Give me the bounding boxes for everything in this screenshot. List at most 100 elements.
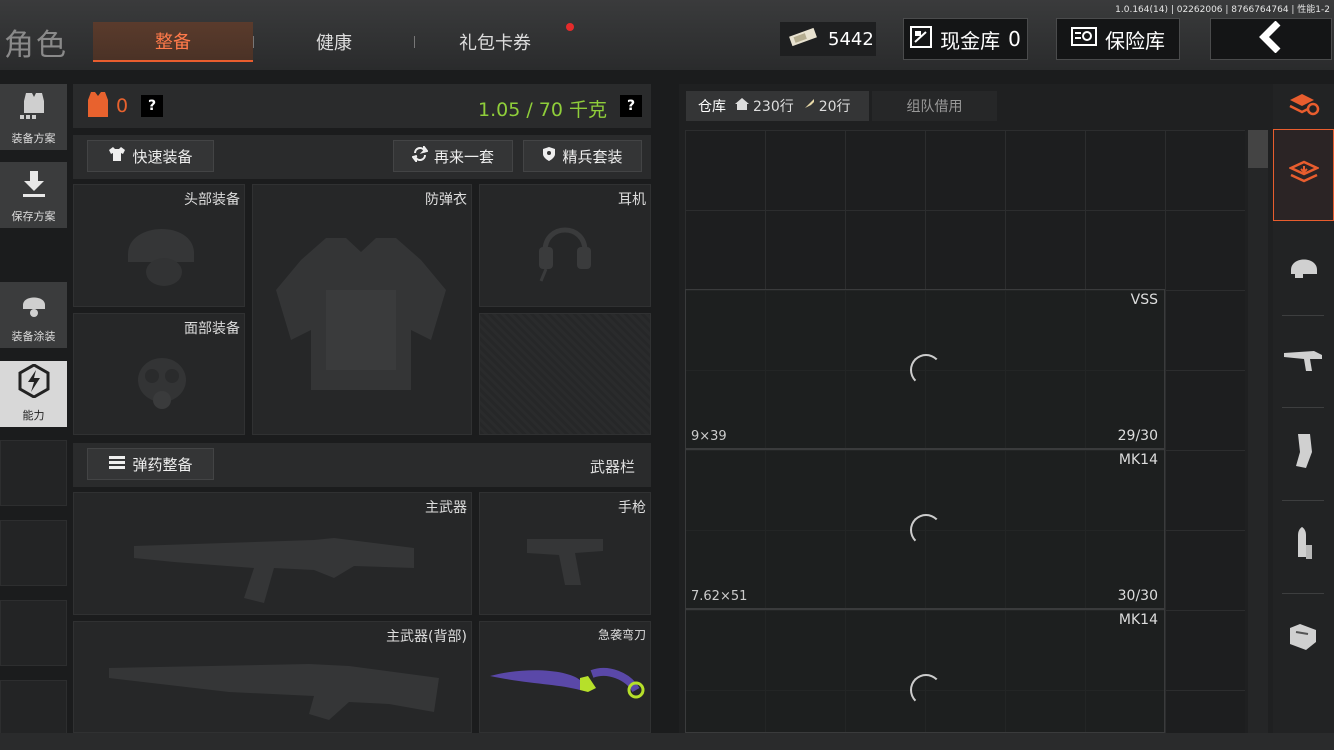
rifle-silhouette-icon: [134, 518, 424, 612]
safe-label: 保险库: [1105, 28, 1165, 53]
weapon-bar-label: 武器栏: [590, 458, 636, 476]
house-icon: [734, 97, 750, 115]
filter-armor-button[interactable]: [1273, 593, 1334, 685]
warehouse-rows: 230行: [753, 99, 794, 115]
helmet-paint-icon: [18, 289, 50, 322]
download-icon: [20, 169, 48, 202]
vest-slot[interactable]: 防弹衣: [252, 184, 472, 435]
ticket-icon: [788, 27, 818, 52]
headset-slot-label: 耳机: [618, 192, 646, 208]
headset-slot[interactable]: 耳机: [479, 184, 651, 307]
helmet-silhouette-icon: [122, 210, 202, 294]
armor-count: 0: [116, 95, 129, 117]
gear-skin-label: 装备涂装: [11, 330, 56, 343]
warehouse-rows-secondary: 20行: [818, 99, 851, 115]
currency-value: 5442: [828, 28, 874, 50]
headset-silhouette-icon: [535, 215, 595, 289]
cash-vault-label: 现金库: [940, 28, 1001, 53]
cash-vault-count: 0: [1008, 27, 1021, 51]
cash-vault-button[interactable]: 现金库 0: [903, 18, 1028, 60]
page-title: 角色: [4, 28, 68, 63]
tab-gear[interactable]: 整备: [93, 22, 253, 62]
warehouse-item[interactable]: MK14: [685, 609, 1165, 733]
tab-health[interactable]: 健康: [254, 22, 414, 62]
pistol-silhouette-icon: [525, 533, 605, 593]
warehouse-scrollbar[interactable]: [1248, 130, 1268, 750]
face-slot-label: 面部装备: [184, 321, 240, 337]
save-plan-label: 保存方案: [11, 210, 56, 223]
armor-help-icon[interactable]: ?: [141, 95, 163, 117]
another-set-button[interactable]: 再来一套: [393, 140, 513, 172]
back-button[interactable]: [1210, 18, 1332, 60]
primary-weapon-label: 主武器: [425, 500, 467, 516]
bullets-icon: [1292, 525, 1316, 567]
ammo-belt-icon: [108, 454, 126, 474]
ability-label: 能力: [22, 409, 45, 422]
face-slot[interactable]: 面部装备: [73, 313, 245, 435]
armor-plate-icon: [1288, 622, 1320, 656]
back-weapon-label: 主武器(背部): [386, 629, 467, 645]
head-slot-label: 头部装备: [184, 192, 240, 208]
loadout-plan-button[interactable]: 装备方案: [0, 84, 67, 150]
cash-vault-icon: [910, 25, 933, 53]
save-plan-button[interactable]: 保存方案: [0, 162, 67, 228]
melee-slot[interactable]: 急袭弯刀: [479, 621, 651, 733]
sort-refresh-button[interactable]: [1273, 84, 1334, 128]
pistol-slot[interactable]: 手枪: [479, 492, 651, 615]
currency-display: 5442: [780, 22, 876, 56]
vest-grid-icon: [18, 91, 50, 124]
vest-slot-label: 防弹衣: [425, 192, 467, 208]
warehouse-scroll-thumb[interactable]: [1248, 130, 1268, 168]
shirt-icon: [108, 146, 126, 166]
empty-rail-slot: [0, 600, 67, 666]
refresh-icon: [411, 144, 429, 166]
bottom-bar: [0, 733, 1334, 750]
gear-skin-button[interactable]: 装备涂装: [0, 282, 67, 348]
tab-gift-cards[interactable]: 礼包卡券: [415, 22, 575, 62]
ammo-setup-label: 弹药整备: [132, 455, 193, 474]
version-info: 1.0.164(14) | 02262006 | 8766764764 | 性能…: [1115, 5, 1330, 15]
ability-button[interactable]: 能力: [0, 361, 67, 427]
loadout-plan-label: 装备方案: [11, 132, 56, 145]
filter-ammo-button[interactable]: [1273, 500, 1334, 592]
ability-bolt-icon: [18, 363, 50, 401]
warehouse-item[interactable]: MK14 7.62×51 30/30: [685, 449, 1165, 609]
notification-dot: [566, 23, 574, 31]
primary-weapon-slot[interactable]: 主武器: [73, 492, 472, 615]
warehouse-tab[interactable]: 仓库 230行 20行: [686, 91, 869, 121]
storage-stack-icon: [1287, 158, 1320, 192]
filter-all-button[interactable]: [1273, 129, 1334, 221]
filter-helmet-button[interactable]: [1273, 222, 1334, 314]
quick-equip-button[interactable]: 快速装备: [87, 140, 214, 172]
weight-help-icon[interactable]: ?: [620, 95, 642, 117]
empty-rail-slot: [0, 520, 67, 586]
ammo-setup-button[interactable]: 弹药整备: [87, 448, 214, 480]
warehouse-item[interactable]: VSS 9×39 29/30: [685, 289, 1165, 449]
item-name: VSS: [1130, 292, 1158, 308]
item-caliber: 7.62×51: [691, 589, 748, 604]
layers-refresh-icon: [1288, 92, 1320, 120]
team-borrow-tab[interactable]: 组队借用: [872, 91, 997, 121]
weight-value: 1.05 / 70 千克: [478, 99, 608, 121]
item-name: MK14: [1118, 452, 1158, 468]
gas-mask-silhouette-icon: [132, 352, 192, 416]
pistol-label: 手枪: [618, 500, 646, 516]
magazine-icon: [1292, 432, 1316, 474]
safe-icon: [1071, 26, 1097, 53]
back-weapon-slot[interactable]: 主武器(背部): [73, 621, 472, 733]
body-armor-silhouette-icon: [271, 230, 451, 404]
karambit-knife-icon: [488, 660, 648, 708]
item-caliber: 9×39: [691, 429, 727, 444]
loading-spinner-icon: [910, 514, 942, 546]
safe-button[interactable]: 保险库: [1056, 18, 1180, 60]
head-slot[interactable]: 头部装备: [73, 184, 245, 307]
elite-set-button[interactable]: 精兵套装: [523, 140, 642, 172]
loading-spinner-icon: [910, 354, 942, 386]
filter-magazine-button[interactable]: [1273, 407, 1334, 499]
empty-rail-slot: [0, 440, 67, 506]
elite-set-label: 精兵套装: [562, 147, 623, 166]
empty-gear-slot: [479, 313, 651, 435]
filter-rifle-button[interactable]: [1273, 315, 1334, 407]
bullet-icon: [802, 97, 816, 115]
rifle-icon: [1283, 345, 1324, 377]
